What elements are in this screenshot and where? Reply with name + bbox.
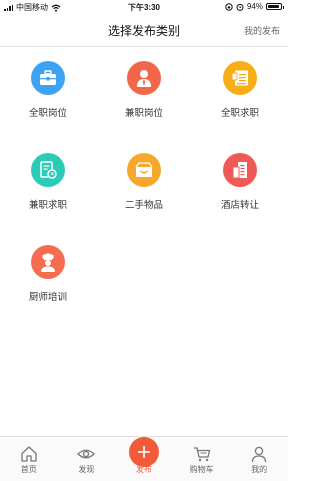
category-chef-training[interactable]: 厨师培训 — [0, 236, 96, 326]
category-hotel-transfer[interactable]: 酒店转让 — [192, 144, 288, 234]
category-label: 二手物品 — [124, 200, 163, 211]
category-secondhand[interactable]: 二手物品 — [96, 144, 192, 234]
status-bar: 中国移动 下午3:30 94% — [0, 0, 288, 14]
person-icon — [127, 61, 161, 95]
alarm-icon — [236, 3, 244, 11]
category-label: 兼职岗位 — [124, 108, 163, 119]
tab-home[interactable]: 首页 — [0, 437, 58, 481]
tab-label: 购物车 — [189, 465, 214, 474]
battery-percent: 94% — [246, 2, 263, 11]
cart-icon — [193, 445, 211, 463]
document-clock-icon — [31, 153, 65, 187]
eye-icon — [77, 445, 96, 463]
tab-profile[interactable]: 我的 — [230, 437, 288, 481]
tab-label: 发现 — [78, 465, 95, 474]
rotation-lock-icon — [225, 2, 233, 11]
category-label: 全职求职 — [220, 108, 259, 119]
briefcase-icon — [31, 61, 65, 95]
tab-publish[interactable]: 发布 — [115, 437, 173, 481]
navigation-bar: 选择发布类别 我的发布 — [0, 14, 288, 47]
tab-discover[interactable]: 发现 — [58, 437, 116, 481]
chef-icon — [31, 245, 65, 279]
category-label: 厨师培训 — [28, 292, 67, 303]
publish-button[interactable] — [128, 437, 159, 467]
user-icon — [250, 445, 268, 463]
my-posts-link[interactable]: 我的发布 — [244, 24, 280, 37]
category-parttime-job[interactable]: 兼职岗位 — [96, 52, 192, 142]
tab-label: 首页 — [20, 465, 37, 474]
battery-fill — [268, 5, 280, 8]
category-label: 兼职求职 — [28, 200, 67, 211]
category-parttime-jobseek[interactable]: 兼职求职 — [0, 144, 96, 234]
building-icon — [223, 153, 257, 187]
category-label: 酒店转让 — [220, 200, 259, 211]
plus-icon — [128, 437, 159, 467]
home-icon — [20, 445, 38, 463]
category-label: 全职岗位 — [28, 108, 67, 119]
battery-icon — [266, 3, 284, 10]
box-icon — [127, 153, 161, 187]
category-fulltime-jobseek[interactable]: 全职求职 — [192, 52, 288, 142]
status-right: 94% — [225, 2, 284, 11]
tab-cart[interactable]: 购物车 — [173, 437, 231, 481]
tab-bar: 首页 发现 发布 购物车 我的 — [0, 436, 288, 481]
resume-icon — [223, 61, 257, 95]
tab-label: 我的 — [251, 465, 268, 474]
category-fulltime-job[interactable]: 全职岗位 — [0, 52, 96, 142]
